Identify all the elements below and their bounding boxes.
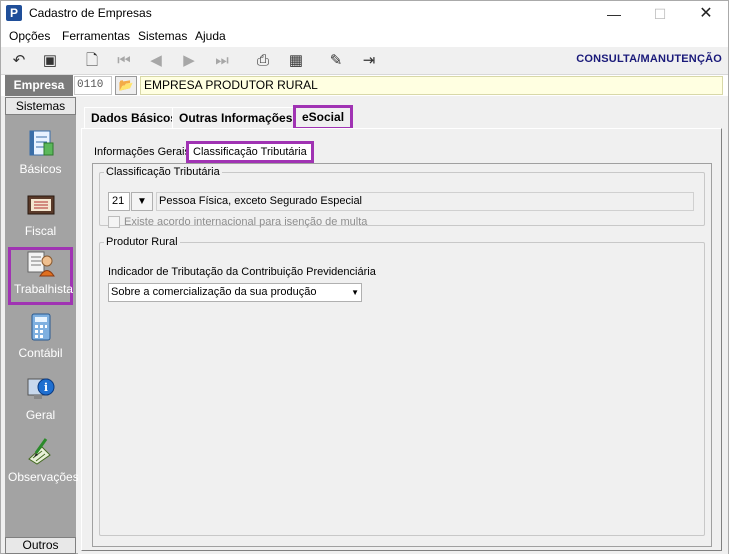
indicador-tributacao-label: Indicador de Tributação da Contribuição …	[108, 266, 376, 278]
calculator-icon[interactable]: ▦	[284, 50, 308, 72]
menu-ferramentas[interactable]: Ferramentas	[62, 29, 130, 43]
first-record-icon[interactable]: ⏮	[112, 50, 136, 72]
sidebar-item-label: Geral	[25, 408, 56, 422]
sidebar-item-trabalhista[interactable]: Trabalhista	[8, 247, 73, 305]
tab-classificacao-tributaria[interactable]: Classificação Tributária	[186, 141, 314, 163]
sidebar-header[interactable]: Sistemas	[5, 97, 76, 115]
minimize-button[interactable]: —	[591, 1, 637, 27]
svg-text:i: i	[44, 381, 48, 394]
toolbar: ↶ ▣ 🗋 ⏮ ◀ ▶ ⏭ ⎙ ▦ ✎ ⇥ CONSULTA/MANUTENÇÃ…	[1, 47, 728, 75]
sidebar-item-contabil[interactable]: Contábil	[8, 311, 73, 369]
indicador-tributacao-select[interactable]: Sobre a comercialização da sua produção …	[108, 283, 362, 302]
window-title: Cadastro de Empresas	[29, 6, 152, 20]
maximize-button[interactable]: ☐	[637, 1, 683, 27]
tab-informacoes-gerais[interactable]: Informações Gerais	[90, 143, 194, 163]
app-logo-icon: P	[6, 5, 22, 21]
preview-icon[interactable]: 🗋	[80, 50, 104, 72]
produtor-rural-group: Produtor Rural Indicador de Tributação d…	[99, 236, 705, 536]
next-record-icon[interactable]: ▶	[177, 50, 201, 72]
calculator-icon	[31, 313, 51, 341]
indicador-tributacao-value: Sobre a comercialização da sua produção	[111, 286, 317, 298]
sidebar-item-label: Básicos	[19, 162, 62, 176]
sidebar-item-fiscal[interactable]: Fiscal	[8, 189, 73, 247]
app-window: P Cadastro de Empresas — ☐ ✕ Opções Ferr…	[0, 0, 729, 554]
sidebar-footer[interactable]: Outros	[5, 537, 76, 554]
classificacao-legend: Classificação Tributária	[106, 166, 220, 178]
acordo-internacional-checkbox[interactable]	[108, 216, 120, 228]
info-monitor-icon: i	[27, 378, 55, 399]
tab-outras-informacoes[interactable]: Outras Informações	[172, 107, 300, 129]
main-content: Dados Básicos Outras Informações eSocial…	[78, 97, 728, 554]
acordo-internacional-label: Existe acordo internacional para isenção…	[124, 216, 368, 228]
chevron-down-icon: ▼	[351, 288, 359, 297]
menu-opcoes[interactable]: Opções	[9, 29, 50, 43]
save-icon[interactable]: ▣	[38, 50, 62, 72]
open-folder-button[interactable]: 📂	[115, 76, 137, 95]
title-bar: P Cadastro de Empresas — ☐ ✕	[1, 1, 728, 27]
produtor-rural-legend: Produtor Rural	[106, 236, 178, 248]
worker-icon	[27, 251, 55, 277]
undo-icon[interactable]: ↶	[7, 50, 31, 72]
classificacao-panel: Classificação Tributária 21 ▼ Pessoa Fís…	[92, 163, 712, 547]
previous-record-icon[interactable]: ◀	[144, 50, 168, 72]
empresa-label: Empresa	[5, 75, 73, 96]
sidebar-item-label: Fiscal	[24, 224, 57, 238]
mode-label: CONSULTA/MANUTENÇÃO	[576, 53, 722, 65]
classificacao-dropdown-button[interactable]: ▼	[131, 192, 153, 211]
tab-esocial[interactable]: eSocial	[293, 105, 354, 130]
tab-dados-basicos[interactable]: Dados Básicos	[84, 107, 185, 129]
classificacao-code-field[interactable]: 21	[108, 192, 130, 211]
notebook-icon	[29, 130, 54, 156]
close-button[interactable]: ✕	[683, 1, 729, 27]
sidebar-item-label: Contábil	[18, 346, 63, 360]
sidebar-item-geral[interactable]: i Geral	[8, 373, 73, 431]
sidebar-item-label: Trabalhista	[14, 282, 73, 296]
chevron-down-icon: ▼	[137, 196, 147, 207]
menu-bar: Opções Ferramentas Sistemas Ajuda	[1, 27, 728, 47]
fiscal-book-icon	[27, 195, 55, 215]
empresa-code-field[interactable]: 0110	[74, 76, 112, 95]
sidebar-item-label: Observações	[8, 470, 79, 484]
stamp-icon[interactable]: ✎	[324, 50, 348, 72]
empresa-bar: Empresa 0110 📂 EMPRESA PRODUTOR RURAL	[1, 75, 728, 96]
menu-ajuda[interactable]: Ajuda	[195, 29, 226, 43]
menu-sistemas[interactable]: Sistemas	[138, 29, 187, 43]
print-icon[interactable]: ⎙	[251, 50, 275, 72]
sidebar: Sistemas Básicos Fiscal Trabalhista Cont…	[5, 97, 79, 554]
pen-notes-icon	[28, 438, 51, 465]
sidebar-item-observacoes[interactable]: Observações	[8, 435, 79, 493]
classificacao-description: Pessoa Física, exceto Segurado Especial	[156, 192, 694, 211]
classificacao-group: Classificação Tributária 21 ▼ Pessoa Fís…	[99, 166, 705, 228]
sidebar-item-basicos[interactable]: Básicos	[8, 127, 73, 185]
last-record-icon[interactable]: ⏭	[210, 50, 234, 72]
exit-door-icon[interactable]: ⇥	[357, 50, 381, 72]
empresa-name-field: EMPRESA PRODUTOR RURAL	[140, 76, 723, 95]
